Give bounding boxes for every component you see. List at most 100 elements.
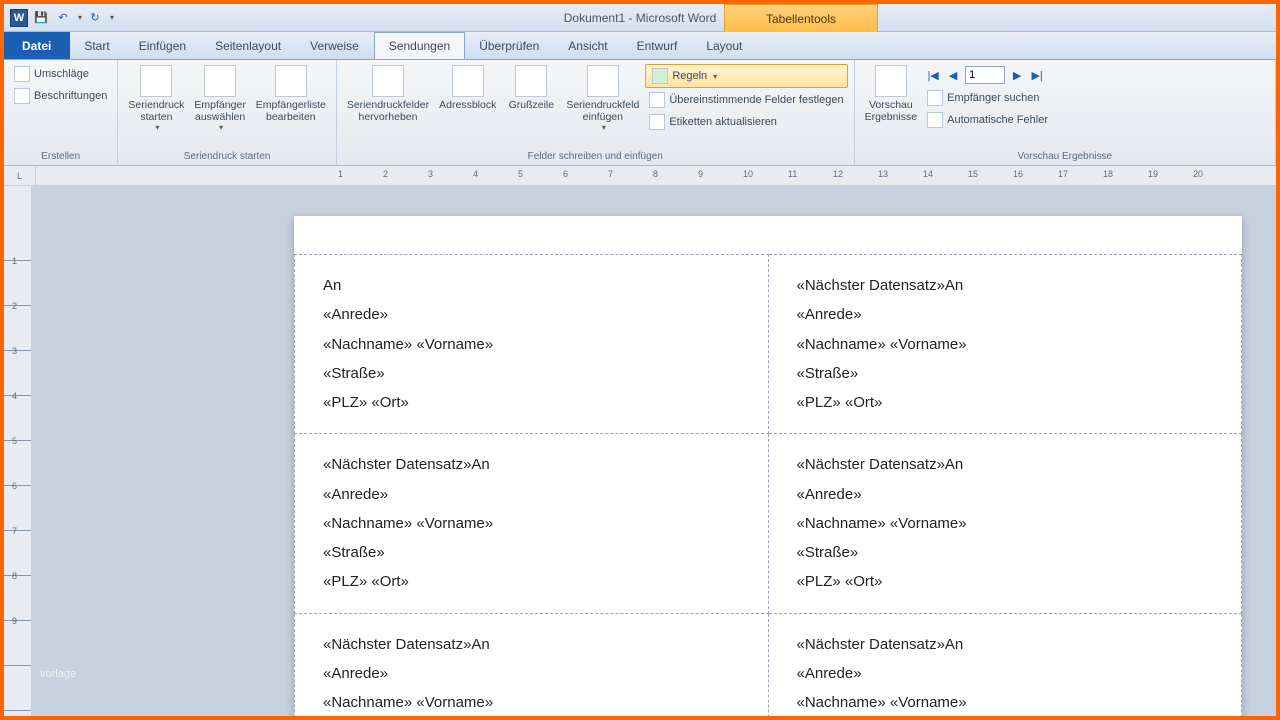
tab-start[interactable]: Start	[70, 32, 124, 59]
preview-results-button[interactable]: Vorschau Ergebnisse	[861, 62, 922, 126]
group-write-insert-fields-label: Felder schreiben und einfügen	[343, 149, 848, 165]
update-labels-button[interactable]: Etiketten aktualisieren	[645, 112, 847, 132]
title-bar: W 💾 ↶ ▾ ↻ ▾ Dokument1 - Microsoft Word T…	[4, 4, 1276, 32]
merge-field-line: «Nächster Datensatz»An	[323, 630, 740, 659]
ribbon: Umschläge Beschriftungen Erstellen Serie…	[4, 60, 1276, 166]
address-icon	[452, 65, 484, 97]
highlight-icon	[372, 65, 404, 97]
start-mailmerge-button[interactable]: Seriendruck starten▾	[124, 62, 188, 135]
document-page[interactable]: An«Anrede»«Nachname» «Vorname»«Straße»«P…	[294, 216, 1242, 716]
merge-field-line: «Nächster Datensatz»An	[797, 271, 1214, 300]
merge-field-line: «PLZ» «Ort»	[323, 388, 740, 417]
tab-selector[interactable]: L	[4, 166, 36, 185]
group-start-mailmerge-label: Seriendruck starten	[124, 149, 329, 165]
rules-icon	[652, 68, 668, 84]
record-number-input[interactable]	[965, 66, 1005, 84]
auto-check-label: Automatische Fehler	[947, 114, 1048, 126]
tab-view[interactable]: Ansicht	[554, 32, 622, 59]
merge-field-line: «Straße»	[797, 359, 1214, 388]
prev-record-button[interactable]: ◀	[945, 67, 961, 83]
quick-access-toolbar: W 💾 ↶ ▾ ↻ ▾	[4, 9, 114, 27]
tab-file[interactable]: Datei	[4, 32, 70, 59]
merge-field-line: «Nächster Datensatz»An	[797, 630, 1214, 659]
labels-button[interactable]: Beschriftungen	[10, 86, 111, 106]
search-icon	[927, 90, 943, 106]
undo-icon[interactable]: ↶	[54, 9, 72, 27]
redo-icon[interactable]: ↻	[86, 9, 104, 27]
merge-field-line: «Nachname» «Vorname»	[323, 330, 740, 359]
labels-table: An«Anrede»«Nachname» «Vorname»«Straße»«P…	[294, 254, 1242, 716]
tab-references[interactable]: Verweise	[296, 32, 374, 59]
group-create-label: Erstellen	[10, 149, 111, 165]
group-create: Umschläge Beschriftungen Erstellen	[4, 60, 118, 165]
ribbon-tabs: Datei Start Einfügen Seitenlayout Verwei…	[4, 32, 1276, 60]
next-record-button[interactable]: ▶	[1009, 67, 1025, 83]
qat-customize-icon[interactable]: ▾	[110, 13, 114, 22]
label-cell[interactable]: «Nächster Datensatz»An«Anrede»«Nachname»…	[768, 434, 1242, 613]
label-cell[interactable]: «Nächster Datensatz»An«Anrede»«Nachname»…	[295, 434, 769, 613]
merge-field-line: «Nächster Datensatz»An	[323, 450, 740, 479]
save-icon[interactable]: 💾	[32, 9, 50, 27]
mailmerge-icon	[140, 65, 172, 97]
error-check-icon	[927, 112, 943, 128]
find-recipient-button[interactable]: Empfänger suchen	[923, 88, 1052, 108]
tab-design[interactable]: Entwurf	[623, 32, 693, 59]
last-record-button[interactable]: ▶|	[1029, 67, 1045, 83]
match-fields-button[interactable]: Übereinstimmende Felder festlegen	[645, 90, 847, 110]
edit-list-icon	[275, 65, 307, 97]
undo-dropdown-icon[interactable]: ▾	[78, 13, 82, 22]
tab-insert[interactable]: Einfügen	[125, 32, 201, 59]
envelopes-button[interactable]: Umschläge	[10, 64, 93, 84]
label-cell[interactable]: «Nächster Datensatz»An«Anrede»«Nachname»…	[768, 613, 1242, 716]
label-cell[interactable]: «Nächster Datensatz»An«Anrede»«Nachname»…	[295, 613, 769, 716]
edit-recipient-list-button[interactable]: Empfängerliste bearbeiten	[252, 62, 330, 126]
find-recipient-label: Empfänger suchen	[947, 92, 1039, 104]
highlight-merge-fields-button[interactable]: Seriendruckfelder hervorheben	[343, 62, 433, 126]
tab-review[interactable]: Überprüfen	[465, 32, 554, 59]
merge-field-line: «Straße»	[323, 538, 740, 567]
vertical-ruler[interactable]: 123456789	[4, 186, 32, 716]
window-title: Dokument1 - Microsoft Word	[564, 11, 717, 25]
rules-label: Regeln	[672, 70, 707, 82]
labels-icon	[14, 88, 30, 104]
group-preview-results: Vorschau Ergebnisse |◀ ◀ ▶ ▶| Empfänger …	[855, 60, 1276, 165]
page-viewport[interactable]: An«Anrede»«Nachname» «Vorname»«Straße»«P…	[32, 186, 1276, 716]
tab-page-layout[interactable]: Seitenlayout	[201, 32, 296, 59]
label-cell[interactable]: «Nächster Datensatz»An«Anrede»«Nachname»…	[768, 255, 1242, 434]
first-record-button[interactable]: |◀	[925, 67, 941, 83]
contextual-tab-header: Tabellentools	[724, 4, 878, 32]
horizontal-ruler-row: L 1234567891011121314151617181920	[4, 166, 1276, 186]
auto-check-errors-button[interactable]: Automatische Fehler	[923, 110, 1052, 130]
select-recipients-button[interactable]: Empfänger auswählen▾	[190, 62, 249, 135]
merge-field-line: «Anrede»	[797, 480, 1214, 509]
watermark-text: vorlage	[40, 668, 76, 680]
merge-field-line: «PLZ» «Ort»	[797, 567, 1214, 596]
chevron-down-icon: ▾	[219, 123, 223, 132]
merge-field-line: «Straße»	[797, 538, 1214, 567]
merge-field-line: «Nachname» «Vorname»	[323, 509, 740, 538]
label-cell[interactable]: An«Anrede»«Nachname» «Vorname»«Straße»«P…	[295, 255, 769, 434]
merge-field-line: «Anrede»	[323, 480, 740, 509]
chevron-down-icon: ▾	[602, 123, 606, 132]
merge-field-line: «Nachname» «Vorname»	[797, 688, 1214, 716]
merge-field-line: «Anrede»	[797, 659, 1214, 688]
tab-mailings[interactable]: Sendungen	[374, 32, 465, 59]
rules-button[interactable]: Regeln▾	[645, 64, 847, 88]
merge-field-line: «Anrede»	[323, 659, 740, 688]
greeting-line-button[interactable]: Grußzeile	[502, 62, 560, 114]
insert-merge-field-button[interactable]: Seriendruckfeld einfügen▾	[562, 62, 643, 135]
update-icon	[649, 114, 665, 130]
document-area: 123456789 An«Anrede»«Nachname» «Vorname»…	[4, 186, 1276, 716]
merge-field-line: «Anrede»	[797, 300, 1214, 329]
merge-field-line: «Nachname» «Vorname»	[797, 509, 1214, 538]
record-navigator: |◀ ◀ ▶ ▶|	[923, 64, 1052, 86]
merge-field-line: «PLZ» «Ort»	[323, 567, 740, 596]
merge-field-line: «Nachname» «Vorname»	[323, 688, 740, 716]
chevron-down-icon: ▾	[155, 123, 159, 132]
update-labels-label: Etiketten aktualisieren	[669, 116, 777, 128]
word-app-icon[interactable]: W	[10, 9, 28, 27]
tab-layout[interactable]: Layout	[692, 32, 757, 59]
address-block-button[interactable]: Adressblock	[435, 62, 500, 114]
labels-label: Beschriftungen	[34, 90, 107, 102]
group-write-insert-fields: Seriendruckfelder hervorheben Adressbloc…	[337, 60, 855, 165]
